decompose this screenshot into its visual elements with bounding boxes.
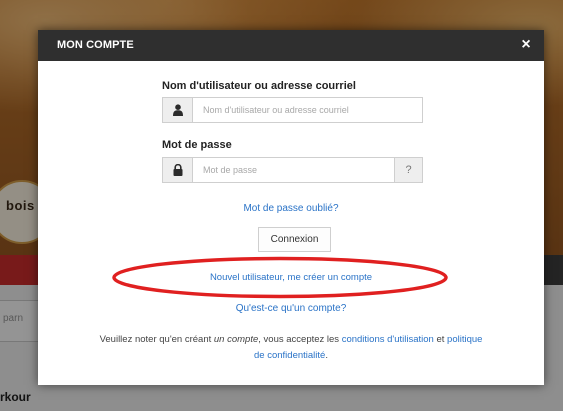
what-is-account-link[interactable]: Qu'est-ce qu'un compte? [236,303,347,314]
forgot-password-link[interactable]: Mot de passe oublié? [243,203,338,214]
lock-icon [163,158,193,182]
password-field: ? [162,157,423,183]
new-user-link[interactable]: Nouvel utilisateur, me créer un compte [210,272,372,283]
modal-title: MON COMPTE [57,39,134,51]
password-help-button[interactable]: ? [394,158,422,182]
user-icon [163,98,193,122]
notice-text-1: Veuillez noter qu'en créant [99,334,214,345]
account-modal: MON COMPTE × Nom d'utilisateur ou adress… [38,30,544,385]
notice-emphasis: un compte [213,334,259,345]
connect-button[interactable]: Connexion [258,227,331,252]
username-field [162,97,423,123]
forgot-password-row: Mot de passe oublié? [38,203,544,214]
new-user-row: Nouvel utilisateur, me créer un compte [38,272,544,283]
notice-text-4: . [325,350,328,361]
terms-notice: Veuillez noter qu'en créant un compte, v… [98,332,484,364]
username-input[interactable] [193,98,418,122]
terms-link[interactable]: conditions d'utilisation [342,334,434,345]
close-icon[interactable]: × [518,36,534,54]
notice-text-3: et [433,334,448,345]
what-is-account-row: Qu'est-ce qu'un compte? [38,303,544,314]
password-label: Mot de passe [162,139,232,151]
password-input[interactable] [193,158,393,182]
username-label: Nom d'utilisateur ou adresse courriel [162,80,356,92]
modal-header: MON COMPTE × [38,30,544,61]
notice-text-2: , vous acceptez les [258,334,342,345]
